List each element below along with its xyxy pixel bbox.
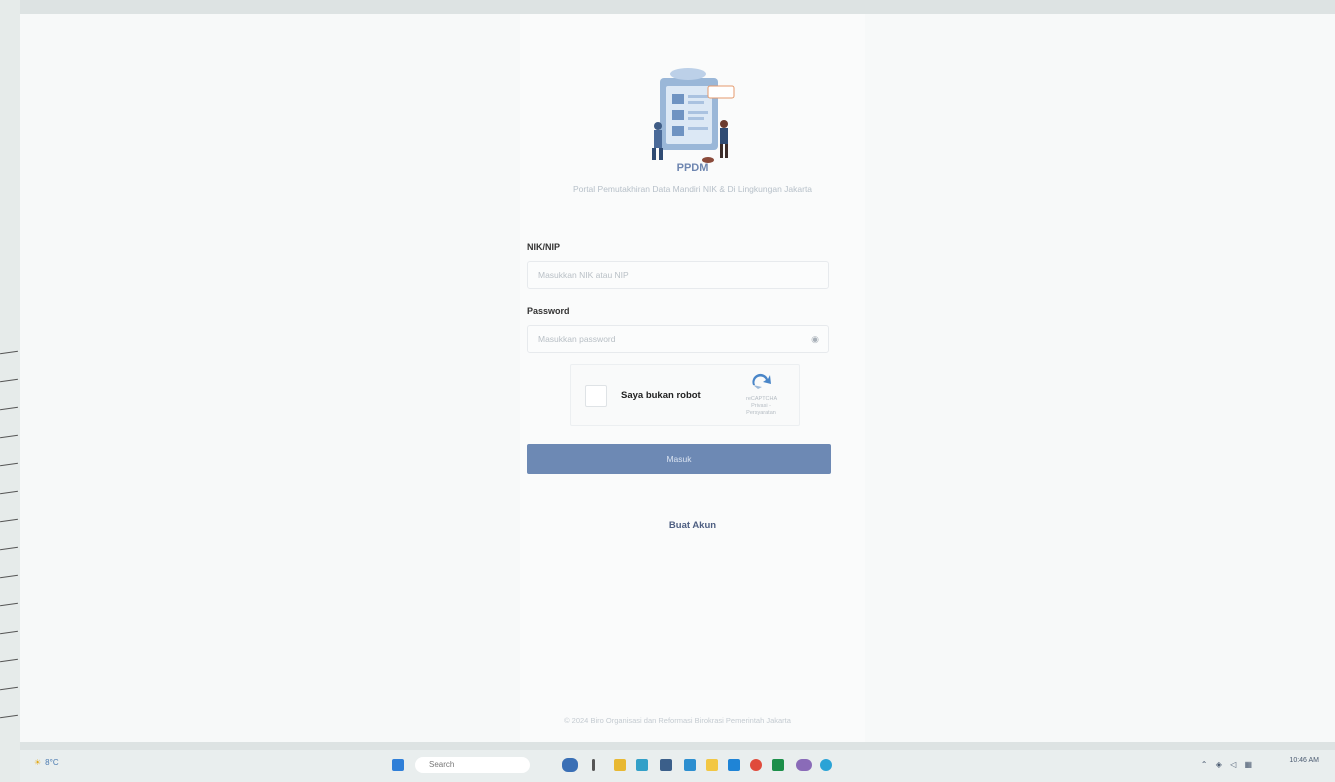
app-brand-title: PPDM	[676, 162, 709, 174]
browser-viewport: PPDM Portal Pemutakhiran Data Mandiri NI…	[20, 14, 1335, 742]
vscode-icon[interactable]	[728, 759, 740, 771]
create-account-link[interactable]: Buat Akun	[520, 520, 865, 531]
login-illustration	[652, 68, 735, 163]
password-input[interactable]	[528, 326, 808, 352]
clock-time: 10:46 AM	[1289, 757, 1319, 764]
nik-input[interactable]	[528, 262, 808, 288]
password-field-wrapper: ◉	[527, 325, 829, 353]
weather-temp: 8°C	[45, 758, 59, 767]
store-icon[interactable]	[660, 759, 672, 771]
nik-label: NIK/NIP	[527, 242, 561, 252]
password-label: Password	[527, 306, 570, 316]
file-explorer-icon[interactable]	[614, 759, 626, 771]
recaptcha-links[interactable]: Privasi - Persyaratan	[746, 403, 776, 417]
sun-icon: ☀	[34, 758, 42, 767]
recaptcha-brand: reCAPTCHA	[746, 396, 778, 402]
chrome-icon[interactable]	[750, 759, 762, 771]
clock[interactable]: 10:46 AM	[1289, 756, 1319, 765]
edge-icon[interactable]	[636, 759, 648, 771]
recaptcha-logo: reCAPTCHA Privasi - Persyaratan	[746, 373, 778, 417]
windows-start-icon[interactable]	[392, 759, 404, 771]
recaptcha-icon	[752, 373, 771, 389]
mail-icon[interactable]	[684, 759, 696, 771]
search-placeholder: Search	[429, 760, 455, 769]
login-card: PPDM Portal Pemutakhiran Data Mandiri NI…	[520, 14, 865, 742]
folder-icon[interactable]	[706, 759, 718, 771]
app-subtitle: Portal Pemutakhiran Data Mandiri NIK & D…	[572, 184, 813, 194]
excel-icon[interactable]	[772, 759, 784, 771]
paper-edge	[0, 0, 20, 782]
taskbar-search[interactable]: Search	[415, 757, 530, 773]
avatar-icon[interactable]	[562, 758, 578, 772]
windows-taskbar: ☀ 8°C Search ⌃ ◈ ◁ ▦ 10:46 AM	[20, 750, 1335, 782]
eye-icon[interactable]: ◉	[810, 334, 820, 344]
footer-copyright: © 2024 Biro Organisasi dan Reformasi Bir…	[564, 716, 791, 725]
system-tray-icons[interactable]: ⌃ ◈ ◁ ▦	[1201, 760, 1255, 769]
login-button[interactable]: Masuk	[527, 444, 831, 474]
edge-browser-icon[interactable]	[820, 759, 832, 771]
task-view-icon[interactable]	[592, 759, 595, 771]
nik-field-wrapper	[527, 261, 829, 289]
weather-widget[interactable]: ☀ 8°C	[34, 758, 59, 767]
recaptcha-checkbox[interactable]	[585, 385, 607, 407]
photos-icon[interactable]	[796, 759, 812, 771]
recaptcha-widget: Saya bukan robot reCAPTCHA Privasi - Per…	[570, 364, 800, 426]
recaptcha-label: Saya bukan robot	[621, 390, 701, 401]
